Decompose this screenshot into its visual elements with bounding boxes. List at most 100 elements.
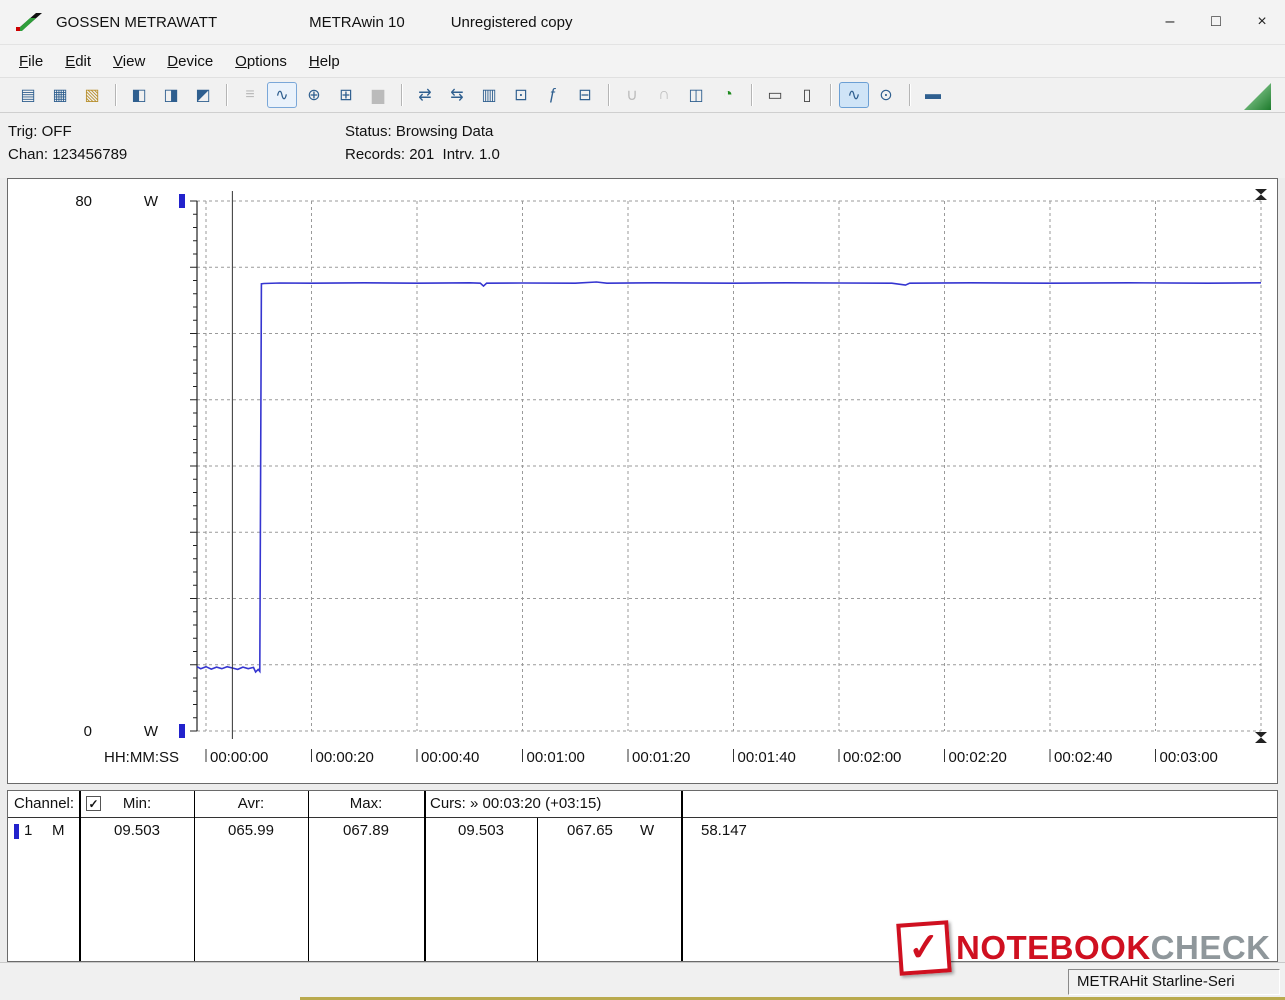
pc-display-icon[interactable]: ⊟	[570, 82, 600, 108]
save-file-icon[interactable]: ▦	[45, 82, 75, 108]
channel-column-label: Channel:	[14, 795, 75, 812]
cursor2-marker-bottom	[1255, 732, 1267, 743]
device-send-icon[interactable]: ⇄	[410, 82, 440, 108]
avr-value: 065.99	[228, 822, 274, 839]
toolbar-separator	[830, 84, 831, 106]
channel-status: Chan: 123456789	[8, 146, 128, 163]
window-controls: – □ ×	[1147, 0, 1285, 44]
zoom-signal-icon[interactable]: ⊙	[871, 82, 901, 108]
menu-item-device[interactable]: Device	[156, 49, 224, 74]
channel-number[interactable]: 1	[24, 822, 32, 839]
annotation-icon[interactable]: ▬	[918, 82, 948, 108]
watermark-word2: CHECK	[1150, 929, 1271, 966]
device-read-icon[interactable]: ⇆	[442, 82, 472, 108]
copy-window-icon[interactable]: ◩	[188, 82, 218, 108]
toolbar: ▤ ▦ ▧ ◧ ◨ ◩ ≡ ∿ ⊕ ⊞ ▆ ⇄ ⇆ ▥ ⊡ ƒ ⊟ ∪ ∩ ◫ ◔ ▭ ▯ ∿ ⊙ ▬	[0, 78, 1285, 113]
checkmark-icon: ✓	[906, 925, 942, 971]
open-folder-icon[interactable]: ▧	[77, 82, 107, 108]
y-min-label: 0	[84, 723, 92, 740]
device-settings-icon[interactable]: ▥	[474, 82, 504, 108]
x-tick-label: 00:00:00	[210, 749, 268, 766]
print-icon[interactable]: ▭	[760, 82, 790, 108]
print-preview-icon[interactable]: ▯	[792, 82, 822, 108]
channel-range-marker-top	[179, 194, 185, 208]
x-tick-label: 00:02:00	[843, 749, 901, 766]
menu-bar: File Edit View Device Options Help	[0, 45, 1285, 78]
wave-high-icon: ∩	[658, 86, 670, 103]
toolbar-separator	[401, 84, 402, 106]
trigger-status: Trig: OFF	[8, 123, 72, 140]
maximize-button[interactable]: □	[1193, 0, 1239, 44]
avr-column-header: Avr:	[237, 795, 265, 812]
menu-item-view[interactable]: View	[102, 49, 156, 74]
column-divider	[79, 791, 81, 961]
menu-item-help[interactable]: Help	[298, 49, 351, 74]
series-line-channel-1-power	[196, 281, 1262, 674]
column-divider	[308, 791, 309, 961]
monitor-icon[interactable]: ⊡	[506, 82, 536, 108]
open-file-icon[interactable]: ▤	[13, 82, 43, 108]
window-title-brand: GOSSEN METRAWATT	[56, 13, 218, 31]
green-triangle-icon	[1244, 83, 1271, 110]
menu-item-options[interactable]: Options	[224, 49, 298, 74]
copy-screen-icon[interactable]: ◨	[156, 82, 186, 108]
channel-color-marker	[14, 824, 19, 839]
max-column-header: Max:	[349, 795, 383, 812]
minimize-button[interactable]: –	[1147, 0, 1193, 44]
x-tick-label: 00:03:00	[1160, 749, 1218, 766]
yt-chart-icon[interactable]: ∿	[267, 82, 297, 108]
column-divider	[681, 791, 683, 961]
menu-item-file[interactable]: File	[8, 49, 54, 74]
toolbar-separator	[226, 84, 227, 106]
numeric-display-icon: ≡	[245, 86, 255, 103]
x-tick-label: 00:00:40	[421, 749, 479, 766]
max-value: 067.89	[343, 822, 389, 839]
chart-plot[interactable]: 80 0 W W HH:MM:SS 00:00:00 00:00:20 00:00:40 00:…	[8, 179, 1277, 783]
compare-pages-icon[interactable]: ◫	[681, 82, 711, 108]
timer-icon[interactable]: ◔	[713, 82, 743, 108]
xy-chart-icon[interactable]: ⊕	[299, 82, 329, 108]
menu-item-edit[interactable]: Edit	[54, 49, 102, 74]
cursor1-value: 09.503	[458, 822, 504, 839]
status-area: Trig: OFF Chan: 123456789 Status: Browsi…	[0, 113, 1285, 178]
y-max-label: 80	[75, 193, 92, 210]
close-button[interactable]: ×	[1239, 0, 1285, 44]
zoom-time-icon[interactable]: ∿	[839, 82, 869, 108]
y-unit-top-label: W	[144, 193, 159, 210]
browse-status: Status: Browsing Data	[345, 123, 494, 140]
chart-panel: 80 0 W W HH:MM:SS 00:00:00 00:00:20 00:00:40 00:…	[7, 178, 1278, 784]
export-data-icon[interactable]: ◧	[124, 82, 154, 108]
cursor2-marker-top	[1255, 189, 1267, 200]
table-view-icon[interactable]: ⊞	[331, 82, 361, 108]
records-status: Records: 201 Intrv. 1.0	[345, 146, 500, 163]
x-tick-label: 00:01:00	[527, 749, 585, 766]
x-tick-label: 00:01:20	[632, 749, 690, 766]
app-logo-icon	[16, 13, 42, 31]
x-tick-label: 00:00:20	[316, 749, 374, 766]
formula-icon[interactable]: ƒ	[538, 82, 568, 108]
watermark-word1: NOTEBOOK	[956, 929, 1151, 966]
x-axis-title: HH:MM:SS	[104, 749, 179, 766]
wave-low-icon: ∪	[626, 87, 638, 104]
y-unit-bottom-label: W	[144, 723, 159, 740]
window-title-app: METRAwin 10	[309, 13, 405, 31]
column-divider	[537, 818, 538, 961]
toolbar-separator	[909, 84, 910, 106]
toolbar-separator	[751, 84, 752, 106]
window-title-note: Unregistered copy	[450, 13, 573, 31]
cursor2-value: 067.65	[567, 822, 613, 839]
x-tick-label: 00:02:40	[1054, 749, 1112, 766]
histogram-icon: ▆	[371, 87, 385, 104]
toolbar-separator	[608, 84, 609, 106]
notebookcheck-watermark: ✓ NOTEBOOKCHECK	[896, 916, 1273, 980]
toolbar-separator	[115, 84, 116, 106]
x-tick-label: 00:02:20	[949, 749, 1007, 766]
notebookcheck-logo-icon: ✓	[896, 920, 952, 976]
x-tick-label: 00:01:40	[738, 749, 796, 766]
cursor-column-header: Curs: » 00:03:20 (+03:15)	[430, 795, 602, 812]
min-value: 09.503	[114, 822, 160, 839]
channel-mode: M	[52, 822, 65, 839]
min-column-header: Min:	[122, 795, 152, 812]
delta-value: 58.147	[701, 822, 747, 839]
title-bar: GOSSEN METRAWATT METRAwin 10 Unregistere…	[0, 0, 1285, 45]
